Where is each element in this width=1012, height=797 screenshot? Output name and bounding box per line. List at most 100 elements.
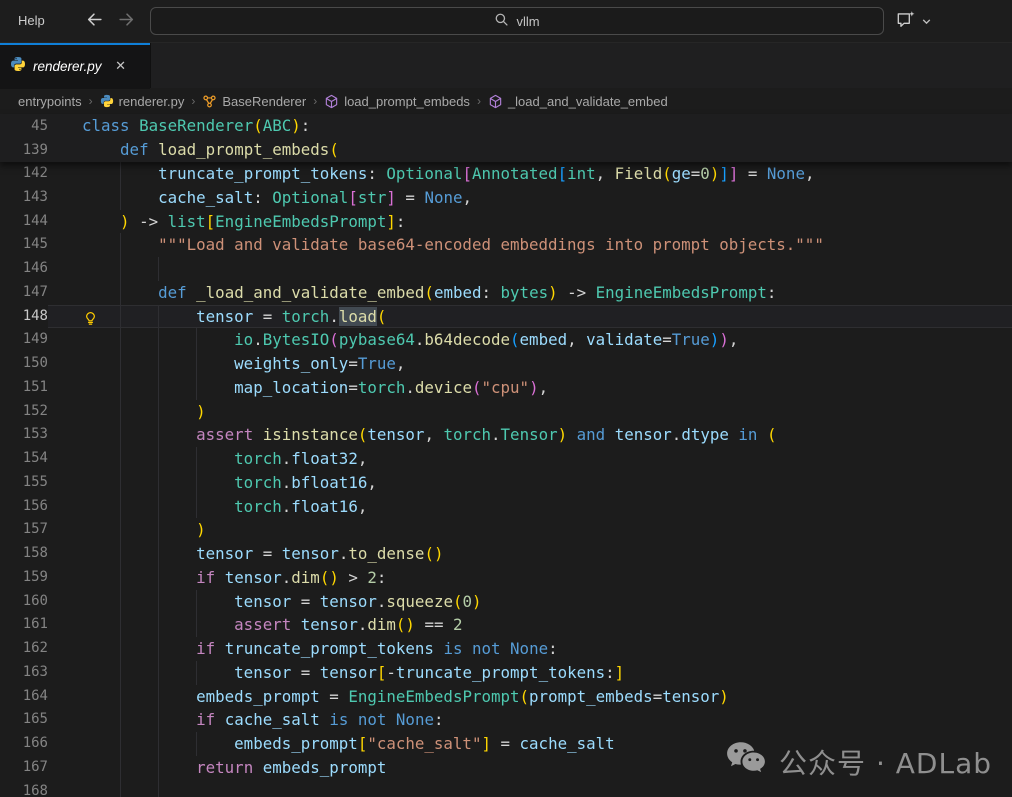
line-number[interactable]: 149 [0, 328, 48, 352]
code-text[interactable]: def _load_and_validate_embed(embed: byte… [82, 281, 1012, 305]
code-line-153[interactable]: 153 assert isinstance(tensor, torch.Tens… [0, 423, 1012, 447]
code-editor[interactable]: 45class BaseRenderer(ABC):139 def load_p… [0, 114, 1012, 797]
code-line-158[interactable]: 158 tensor = tensor.to_dense() [0, 542, 1012, 566]
line-number[interactable]: 168 [0, 780, 48, 797]
line-number[interactable]: 166 [0, 732, 48, 756]
line-number[interactable]: 156 [0, 495, 48, 519]
line-number[interactable]: 150 [0, 352, 48, 376]
tab-close-button[interactable]: ✕ [111, 56, 131, 76]
menu-help[interactable]: Help [12, 0, 51, 42]
command-center-search[interactable]: vllm [150, 7, 884, 35]
code-line-147[interactable]: 147 def _load_and_validate_embed(embed: … [0, 281, 1012, 305]
code-text[interactable]: torch.float16, [82, 495, 1012, 519]
line-number[interactable]: 153 [0, 423, 48, 447]
code-line-155[interactable]: 155 torch.bfloat16, [0, 471, 1012, 495]
line-number[interactable]: 152 [0, 400, 48, 424]
line-number[interactable]: 148 [0, 305, 48, 329]
indent-guide [158, 400, 159, 424]
line-number[interactable]: 143 [0, 186, 48, 210]
breadcrumb-item-baserenderer[interactable]: BaseRenderer [202, 94, 306, 109]
line-number[interactable]: 154 [0, 447, 48, 471]
line-number[interactable]: 157 [0, 518, 48, 542]
code-text[interactable]: if tensor.dim() > 2: [82, 566, 1012, 590]
line-number[interactable]: 139 [0, 138, 48, 162]
line-number[interactable]: 158 [0, 542, 48, 566]
code-text[interactable]: cache_salt: Optional[str] = None, [82, 186, 1012, 210]
sticky-line-139[interactable]: 139 def load_prompt_embeds( [0, 138, 1012, 162]
code-line-157[interactable]: 157 ) [0, 518, 1012, 542]
code-line-159[interactable]: 159 if tensor.dim() > 2: [0, 566, 1012, 590]
breadcrumb-item-entrypoints[interactable]: entrypoints [18, 94, 82, 109]
code-text[interactable]: tensor = tensor[-truncate_prompt_tokens:… [82, 661, 1012, 685]
line-number[interactable]: 144 [0, 210, 48, 234]
code-line-150[interactable]: 150 weights_only=True, [0, 352, 1012, 376]
code-line-164[interactable]: 164 embeds_prompt = EngineEmbedsPrompt(p… [0, 685, 1012, 709]
code-text[interactable]: ) [82, 518, 1012, 542]
code-line-165[interactable]: 165 if cache_salt is not None: [0, 708, 1012, 732]
code-token: weights_only [234, 354, 348, 373]
code-text[interactable]: tensor = tensor.squeeze(0) [82, 590, 1012, 614]
code-text[interactable]: map_location=torch.device("cpu"), [82, 376, 1012, 400]
line-number[interactable]: 155 [0, 471, 48, 495]
code-line-143[interactable]: 143 cache_salt: Optional[str] = None, [0, 186, 1012, 210]
code-token: if [196, 639, 215, 658]
line-number[interactable]: 142 [0, 162, 48, 186]
code-area[interactable]: 142 truncate_prompt_tokens: Optional[Ann… [0, 162, 1012, 797]
line-number[interactable]: 160 [0, 590, 48, 614]
code-line-142[interactable]: 142 truncate_prompt_tokens: Optional[Ann… [0, 162, 1012, 186]
line-number[interactable]: 145 [0, 233, 48, 257]
code-text[interactable]: ) [82, 400, 1012, 424]
code-text[interactable]: torch.bfloat16, [82, 471, 1012, 495]
code-text[interactable]: if cache_salt is not None: [82, 708, 1012, 732]
code-text[interactable]: assert tensor.dim() == 2 [82, 613, 1012, 637]
code-line-145[interactable]: 145 """Load and validate base64-encoded … [0, 233, 1012, 257]
code-text[interactable]: tensor = torch.load( [82, 305, 1012, 329]
code-line-161[interactable]: 161 assert tensor.dim() == 2 [0, 613, 1012, 637]
code-text[interactable]: def load_prompt_embeds( [82, 138, 1012, 162]
code-line-149[interactable]: 149 io.BytesIO(pybase64.b64decode(embed,… [0, 328, 1012, 352]
line-number[interactable]: 167 [0, 756, 48, 780]
line-number[interactable]: 146 [0, 257, 48, 281]
code-line-154[interactable]: 154 torch.float32, [0, 447, 1012, 471]
code-text[interactable]: class BaseRenderer(ABC): [82, 114, 1012, 138]
code-line-163[interactable]: 163 tensor = tensor[-truncate_prompt_tok… [0, 661, 1012, 685]
breadcrumb-item-load-prompt-embeds[interactable]: load_prompt_embeds [324, 94, 470, 109]
line-number[interactable]: 151 [0, 376, 48, 400]
back-button[interactable] [84, 12, 104, 32]
code-line-151[interactable]: 151 map_location=torch.device("cpu"), [0, 376, 1012, 400]
code-text[interactable]: weights_only=True, [82, 352, 1012, 376]
code-line-160[interactable]: 160 tensor = tensor.squeeze(0) [0, 590, 1012, 614]
code-line-146[interactable]: 146 [0, 257, 1012, 281]
breadcrumb-item-renderer-py[interactable]: renderer.py [100, 94, 185, 109]
line-number[interactable]: 159 [0, 566, 48, 590]
breadcrumb-item-load-and-validate-embed[interactable]: _load_and_validate_embed [488, 94, 668, 109]
code-text[interactable]: ) -> list[EngineEmbedsPrompt]: [82, 210, 1012, 234]
copilot-chat-button[interactable] [895, 10, 932, 35]
code-text[interactable]: torch.float32, [82, 447, 1012, 471]
code-text[interactable]: embeds_prompt = EngineEmbedsPrompt(promp… [82, 685, 1012, 709]
line-number[interactable]: 164 [0, 685, 48, 709]
sticky-line-45[interactable]: 45 class BaseRenderer(ABC): [0, 114, 1012, 138]
line-number[interactable]: 147 [0, 281, 48, 305]
code-line-152[interactable]: 152 ) [0, 400, 1012, 424]
line-number[interactable]: 45 [0, 114, 48, 138]
line-number[interactable]: 163 [0, 661, 48, 685]
forward-button[interactable] [116, 12, 136, 32]
code-token: str [358, 188, 387, 207]
code-line-156[interactable]: 156 torch.float16, [0, 495, 1012, 519]
code-text[interactable]: truncate_prompt_tokens: Optional[Annotat… [82, 162, 1012, 186]
tab-renderer-py[interactable]: renderer.py ✕ [0, 43, 150, 89]
code-text[interactable]: assert isinstance(tensor, torch.Tensor) … [82, 423, 1012, 447]
line-number[interactable]: 161 [0, 613, 48, 637]
code-line-162[interactable]: 162 if truncate_prompt_tokens is not Non… [0, 637, 1012, 661]
glyph-margin [48, 495, 82, 519]
code-text[interactable] [82, 257, 1012, 281]
code-text[interactable]: tensor = tensor.to_dense() [82, 542, 1012, 566]
code-line-148[interactable]: 148 tensor = torch.load( [0, 305, 1012, 329]
code-text[interactable]: if truncate_prompt_tokens is not None: [82, 637, 1012, 661]
code-text[interactable]: """Load and validate base64-encoded embe… [82, 233, 1012, 257]
code-text[interactable]: io.BytesIO(pybase64.b64decode(embed, val… [82, 328, 1012, 352]
line-number[interactable]: 162 [0, 637, 48, 661]
code-line-144[interactable]: 144 ) -> list[EngineEmbedsPrompt]: [0, 210, 1012, 234]
line-number[interactable]: 165 [0, 708, 48, 732]
